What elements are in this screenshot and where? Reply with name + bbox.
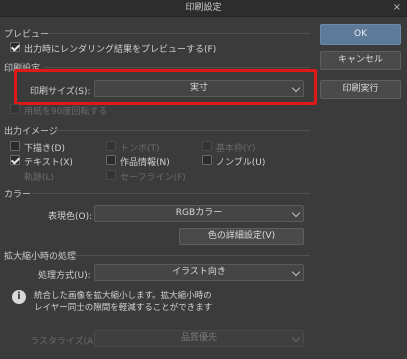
chevron-down-icon	[291, 333, 301, 343]
draft-label: 下描き(D)	[24, 144, 65, 154]
color-detail-button[interactable]: 色の詳細設定(V)	[179, 228, 304, 245]
window-title: 印刷設定	[185, 3, 222, 13]
base-frame-label: 基本枠(Y)	[216, 144, 256, 154]
divider	[72, 255, 310, 256]
section-output-image: 出力イメージ	[4, 127, 58, 137]
crop-marks-checkbox[interactable]	[106, 141, 116, 151]
rasterize-select[interactable]: 品質優先	[94, 330, 304, 347]
text-checkbox[interactable]	[10, 155, 20, 165]
text-label: テキスト(X)	[24, 158, 73, 168]
title-bar: 印刷設定 ×	[0, 0, 407, 17]
work-info-label: 作品情報(N)	[120, 158, 170, 168]
chevron-down-icon	[291, 208, 301, 218]
safe-line-label: セーフライン(F)	[120, 173, 186, 183]
nombre-checkbox[interactable]	[202, 155, 212, 165]
ok-button[interactable]: OK	[320, 24, 401, 45]
safe-line-checkbox[interactable]	[106, 170, 116, 180]
section-scaling: 拡大縮小時の処理	[4, 252, 77, 262]
method-value: イラスト向き	[172, 267, 226, 277]
chevron-down-icon	[291, 267, 301, 277]
expression-color-label: 表現色(O):	[48, 212, 93, 222]
expression-color-select[interactable]: RGBカラー	[94, 205, 304, 222]
scaling-info-line1: 統合した画像を拡大縮小します。拡大縮小時の	[34, 291, 212, 301]
method-select[interactable]: イラスト向き	[94, 264, 304, 281]
rasterize-value: 品質優先	[180, 333, 217, 343]
divider	[48, 33, 310, 34]
trajectory-label: 軌跡(L)	[24, 173, 55, 183]
divider	[32, 193, 310, 194]
divider	[56, 130, 310, 131]
crop-marks-label: トンボ(T)	[120, 144, 160, 154]
info-icon: i	[12, 290, 26, 304]
section-color: カラー	[4, 190, 32, 200]
cancel-button[interactable]: キャンセル	[320, 51, 401, 70]
scaling-info-line2: レイヤー同士の隙間を軽減することができます	[34, 303, 213, 313]
rasterize-label: ラスタライズ(A):	[30, 337, 100, 347]
nombre-label: ノンブル(U)	[216, 158, 266, 168]
draft-checkbox[interactable]	[10, 141, 20, 151]
section-preview: プレビュー	[4, 30, 50, 40]
print-button[interactable]: 印刷実行	[320, 80, 401, 99]
highlight-box	[14, 69, 317, 105]
work-info-checkbox[interactable]	[106, 155, 116, 165]
divider	[44, 67, 310, 68]
close-icon[interactable]: ×	[393, 0, 401, 16]
base-frame-checkbox[interactable]	[202, 141, 212, 151]
expression-color-value: RGBカラー	[175, 208, 223, 218]
rotate-checkbox[interactable]	[10, 104, 20, 114]
preview-label: 出力時にレンダリング結果をプレビューする(F)	[24, 45, 217, 55]
preview-checkbox[interactable]	[10, 42, 20, 52]
rotate-label: 用紙を90度回転する	[24, 107, 108, 117]
method-label: 処理方式(U):	[38, 271, 91, 281]
